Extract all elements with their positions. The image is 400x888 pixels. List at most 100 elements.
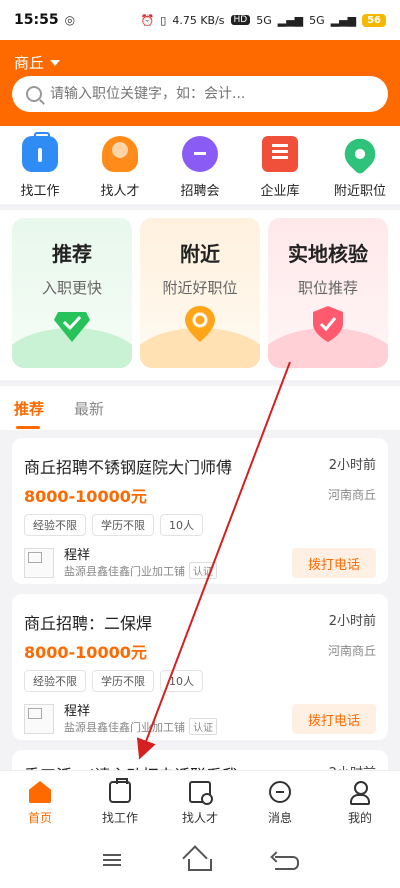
call-button[interactable]: 拨打电话 [292, 704, 376, 734]
notification-icon: ◎ [64, 13, 76, 27]
tab-recommend[interactable]: 推荐 [14, 398, 44, 429]
tag-education: 学历不限 [92, 670, 154, 692]
user-icon [349, 781, 371, 805]
card-subtitle: 附近好职位 [162, 279, 238, 297]
system-nav-bar [0, 832, 400, 888]
status-indicators: ⏰ ▯ 4.75 KB/s HD 5G ▂▄▆ 5G ▂▄▆ 56 [140, 13, 386, 27]
vibrate-icon: ▯ [160, 13, 167, 27]
battery-icon: 56 [362, 13, 386, 27]
chevron-down-icon [50, 59, 61, 66]
bottom-nav-find-job[interactable]: 找工作 [85, 778, 155, 832]
briefcase-icon [109, 778, 131, 803]
city-selector[interactable]: 商丘 [14, 52, 61, 73]
search-bar[interactable] [12, 76, 388, 112]
tag-education: 学历不限 [92, 514, 154, 536]
nav-label: 企业库 [260, 184, 300, 199]
bottom-nav-label: 找工作 [101, 811, 138, 825]
signal-icon-1: ▂▄▆ [277, 13, 304, 27]
signal-5g-2: 5G [309, 13, 325, 27]
tag-headcount: 10人 [160, 514, 203, 536]
nav-company-library[interactable]: 企业库 [240, 136, 320, 204]
status-bar: 15:55 ◎ ⏰ ▯ 4.75 KB/s HD 5G ▂▄▆ 5G ▂▄▆ 5… [0, 0, 400, 40]
bottom-nav-find-talent[interactable]: 找人才 [165, 781, 235, 832]
card-recommend[interactable]: 推荐 入职更快 [12, 218, 132, 368]
nav-nearby-jobs[interactable]: 附近职位 [320, 132, 400, 204]
fair-icon [182, 136, 218, 172]
nav-find-talent[interactable]: 找人才 [80, 136, 160, 204]
alarm-icon: ⏰ [140, 13, 155, 27]
tag-headcount: 10人 [160, 670, 203, 692]
job-salary: 8000-10000元 [24, 487, 147, 506]
nav-label: 附近职位 [333, 184, 386, 199]
card-title: 实地核验 [288, 242, 368, 266]
recruiter-name: 程祥 [64, 704, 91, 719]
company-logo [24, 548, 54, 578]
verified-badge: 认证 [189, 562, 217, 579]
company-info: 盐源县鑫佳鑫门业加工铺 认证 [64, 718, 217, 735]
menu-icon[interactable] [101, 850, 125, 870]
company-info: 盐源县鑫佳鑫门业加工铺 认证 [64, 562, 217, 579]
card-title: 附近 [180, 242, 220, 266]
card-verified[interactable]: 实地核验 职位推荐 [268, 218, 388, 368]
job-tags: 经验不限 学历不限 10人 [24, 514, 203, 536]
search-input[interactable] [50, 86, 350, 102]
job-location: 河南商丘 [327, 644, 376, 658]
card-subtitle: 职位推荐 [297, 279, 358, 297]
nav-label: 找工作 [20, 184, 60, 199]
location-icon [338, 132, 382, 176]
bottom-nav-label: 找人才 [181, 811, 218, 825]
feature-cards: 推荐 入职更快 附近 附近好职位 实地核验 职位推荐 [0, 210, 400, 380]
diamond-check-icon [54, 312, 90, 342]
bottom-nav-messages[interactable]: 消息 [245, 781, 315, 832]
job-salary: 8000-10000元 [24, 643, 147, 662]
home-icon [29, 781, 51, 803]
verified-badge: 认证 [189, 718, 217, 735]
bottom-nav-label: 我的 [347, 811, 372, 825]
nav-label: 招聘会 [180, 184, 220, 199]
location-pin-icon [185, 306, 215, 342]
job-title: 商丘招聘不锈钢庭院大门师傅 [24, 458, 233, 477]
job-tags: 经验不限 学历不限 10人 [24, 670, 203, 692]
network-speed: 4.75 KB/s [172, 13, 225, 27]
signal-5g-1: 5G [256, 13, 272, 27]
bottom-nav-home[interactable]: 首页 [5, 781, 75, 832]
card-nearby[interactable]: 附近 附近好职位 [140, 218, 260, 368]
job-title: 商丘招聘：二保焊 [24, 614, 153, 633]
recruiter-name: 程祥 [64, 548, 91, 563]
job-tabs: 推荐 最新 [0, 386, 400, 430]
card-subtitle: 入职更快 [41, 279, 102, 297]
hd-badge: HD [230, 15, 251, 25]
call-button[interactable]: 拨打电话 [292, 548, 376, 578]
system-home-icon[interactable] [187, 859, 212, 871]
nav-job-fair[interactable]: 招聘会 [160, 136, 240, 204]
chat-icon [269, 781, 291, 803]
company-logo [24, 704, 54, 734]
header: 商丘 [0, 40, 400, 126]
bottom-nav-label: 首页 [27, 811, 52, 825]
bottom-nav-profile[interactable]: 我的 [325, 781, 395, 832]
person-icon [102, 136, 138, 172]
company-name: 盐源县鑫佳鑫门业加工铺 [64, 720, 185, 734]
signal-icon-2: ▂▄▆ [330, 13, 357, 27]
building-icon [262, 136, 298, 172]
document-search-icon [189, 781, 213, 805]
job-time: 2小时前 [328, 458, 376, 473]
tab-latest[interactable]: 最新 [74, 398, 104, 419]
job-location: 河南商丘 [327, 488, 376, 502]
job-card[interactable]: 商丘招聘：二保焊 2小时前 8000-10000元 河南商丘 经验不限 学历不限… [12, 594, 388, 740]
job-time: 2小时前 [328, 614, 376, 629]
job-card[interactable]: 商丘招聘不锈钢庭院大门师傅 2小时前 8000-10000元 河南商丘 经验不限… [12, 438, 388, 584]
tag-experience: 经验不限 [24, 514, 86, 536]
back-icon[interactable] [274, 856, 299, 870]
briefcase-icon [22, 132, 58, 172]
card-title: 推荐 [52, 242, 92, 266]
search-icon [26, 86, 42, 102]
shield-check-icon [313, 306, 343, 342]
bottom-nav-label: 消息 [267, 811, 292, 825]
city-label: 商丘 [14, 54, 45, 72]
quick-nav: 找工作 找人才 招聘会 企业库 附近职位 [0, 126, 400, 204]
nav-find-job[interactable]: 找工作 [0, 132, 80, 204]
nav-label: 找人才 [100, 184, 140, 199]
tag-experience: 经验不限 [24, 670, 86, 692]
bottom-nav: 首页 找工作 找人才 消息 我的 [0, 770, 400, 832]
